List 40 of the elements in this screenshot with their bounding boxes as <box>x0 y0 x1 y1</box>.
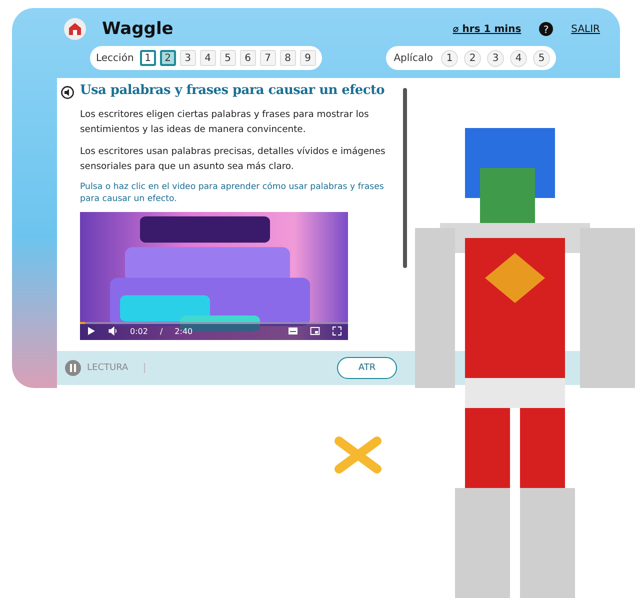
apply-step[interactable]: 4 <box>510 50 527 66</box>
lesson-step[interactable]: 3 <box>180 50 196 66</box>
fullscreen-icon[interactable] <box>332 326 342 336</box>
cross-decoration-icon <box>333 435 383 475</box>
scrollbar[interactable] <box>403 88 407 268</box>
lesson-step[interactable]: 2 <box>160 50 176 66</box>
apply-step[interactable]: 1 <box>441 50 458 66</box>
time-separator: / <box>160 326 163 336</box>
lesson-title: Usa palabras y frases para causar un efecto <box>80 82 385 100</box>
video-current-time: 0:02 <box>130 326 148 336</box>
apply-step[interactable]: 2 <box>464 50 481 66</box>
lesson-label: Lección <box>96 52 134 64</box>
help-icon[interactable]: ? <box>539 22 554 36</box>
apply-step[interactable]: 5 <box>533 50 550 66</box>
apply-step[interactable]: 3 <box>487 50 504 66</box>
pause-icon[interactable] <box>65 360 81 376</box>
home-icon[interactable] <box>64 18 86 40</box>
reading-label: LECTURA <box>87 363 146 373</box>
video-duration: 2:40 <box>174 326 193 336</box>
speaker-icon[interactable] <box>61 86 74 99</box>
lesson-step[interactable]: 4 <box>200 50 216 66</box>
exit-link[interactable]: SALIR <box>571 24 600 34</box>
lesson-paragraph: Los escritores usan palabras precisas, detalles vívidos e imágenes sensoriales para que un asunto sea más claro. <box>80 145 386 174</box>
apply-label: Aplícalo <box>394 52 433 64</box>
lesson-step[interactable]: 7 <box>260 50 276 66</box>
lesson-step[interactable]: 5 <box>220 50 236 66</box>
picture-in-picture-icon[interactable] <box>310 326 320 336</box>
back-button[interactable]: ATR <box>337 357 397 379</box>
lesson-paragraph: Los escritores eligen ciertas palabras y frases para mostrar los sentimientos y las ideas de manera convincente. <box>80 108 370 137</box>
lesson-step[interactable]: 8 <box>280 50 296 66</box>
play-icon[interactable] <box>86 326 96 336</box>
lesson-step[interactable]: 6 <box>240 50 256 66</box>
captions-icon[interactable] <box>288 326 298 336</box>
timer-link[interactable]: ⌀ hrs 1 mins <box>452 24 522 34</box>
video-player[interactable]: 0:02 / 2:40 <box>80 212 348 340</box>
video-instruction: Pulsa o haz clic en el video para aprender cómo usar palabras y frases para causar un efecto. <box>80 181 385 205</box>
app-name: Waggle <box>102 19 174 39</box>
volume-icon[interactable] <box>108 326 118 336</box>
lesson-step[interactable]: 1 <box>140 50 156 66</box>
lesson-step[interactable]: 9 <box>300 50 316 66</box>
